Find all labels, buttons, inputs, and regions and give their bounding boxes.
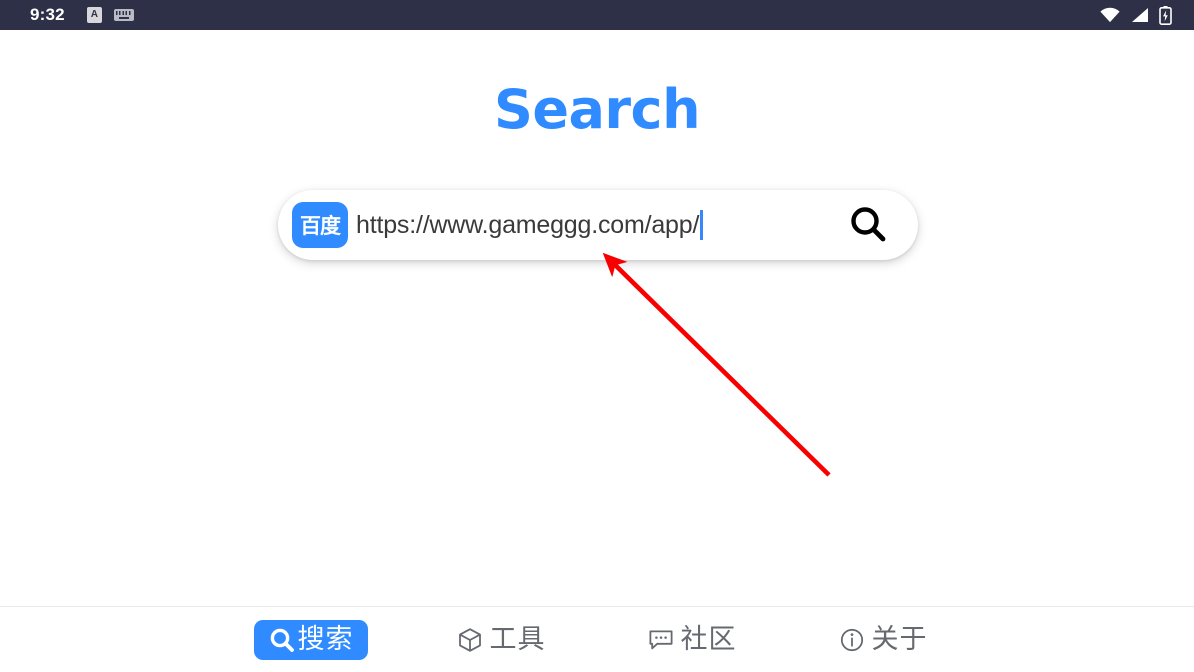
annotation-arrow-line <box>602 252 831 477</box>
nav-item-tools[interactable]: 工具 <box>444 619 559 660</box>
keyboard-icon <box>113 9 134 21</box>
search-input-value: https://www.gameggg.com/app/ <box>356 210 700 239</box>
app-screen: 9:32 A Search 百度 https://www.gameggg.com… <box>0 0 1194 672</box>
nav-item-about[interactable]: 关于 <box>826 619 941 660</box>
app-notification-icon: A <box>86 7 102 23</box>
nav-item-tools-label: 工具 <box>489 624 546 655</box>
battery-charging-icon <box>1159 5 1172 25</box>
wifi-icon <box>1100 7 1120 23</box>
status-bar: 9:32 A <box>0 0 1194 30</box>
status-bar-clock: 9:32 <box>30 5 65 24</box>
nav-item-search-label: 搜索 <box>297 624 354 655</box>
nav-item-community-label: 社区 <box>680 624 737 655</box>
chat-bubble-icon <box>648 628 674 652</box>
nav-item-community[interactable]: 社区 <box>635 619 750 660</box>
search-input[interactable]: https://www.gameggg.com/app/ <box>356 202 846 248</box>
bottom-navigation-bar: 搜索 工具 社区 关于 <box>0 606 1194 672</box>
search-bar[interactable]: 百度 https://www.gameggg.com/app/ <box>278 190 918 260</box>
page-title: Search <box>493 78 701 141</box>
text-caret <box>700 210 704 240</box>
search-icon <box>268 626 296 654</box>
status-bar-right-icons <box>1099 5 1178 25</box>
nav-item-about-label: 关于 <box>871 624 928 655</box>
cube-icon <box>457 627 483 653</box>
info-circle-icon <box>839 627 865 653</box>
cellular-signal-icon <box>1132 8 1148 22</box>
search-icon[interactable] <box>846 203 890 247</box>
search-engine-badge[interactable]: 百度 <box>292 202 348 248</box>
app-notification-icon-glyph: A <box>90 9 98 20</box>
nav-item-search[interactable]: 搜索 <box>253 619 368 660</box>
status-bar-left-icons: A <box>86 7 134 23</box>
